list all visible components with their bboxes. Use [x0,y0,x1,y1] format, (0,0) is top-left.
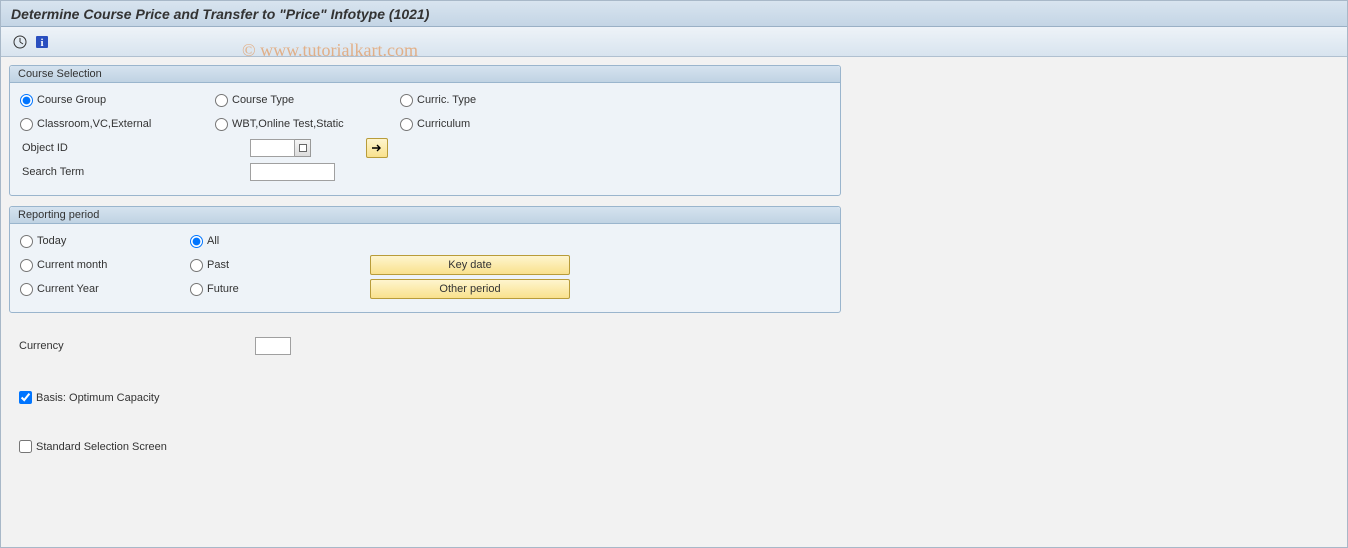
radio-today[interactable]: Today [20,235,190,248]
toolbar: i [1,27,1347,57]
radio-classroom[interactable]: Classroom,VC,External [20,118,215,131]
std-selection-checkbox[interactable] [19,440,32,453]
radio-future-label: Future [207,283,239,295]
currency-label: Currency [19,340,255,352]
search-term-label: Search Term [20,166,250,178]
search-term-input[interactable] [250,163,335,181]
radio-all-input[interactable] [190,235,203,248]
basis-label: Basis: Optimum Capacity [36,392,159,404]
radio-past-input[interactable] [190,259,203,272]
reporting-period-group: Reporting period Today All [9,206,841,313]
radio-wbt-label: WBT,Online Test,Static [232,118,344,130]
radio-current-year-label: Current Year [37,283,99,295]
radio-curriculum[interactable]: Curriculum [400,118,580,131]
radio-classroom-input[interactable] [20,118,33,131]
radio-all-label: All [207,235,219,247]
radio-course-type-input[interactable] [215,94,228,107]
radio-wbt[interactable]: WBT,Online Test,Static [215,118,400,131]
radio-current-month[interactable]: Current month [20,259,190,272]
radio-all[interactable]: All [190,235,370,248]
radio-curric-type-label: Curric. Type [417,94,476,106]
page-title: Determine Course Price and Transfer to "… [1,1,1347,27]
course-selection-header: Course Selection [10,66,840,83]
radio-curric-type[interactable]: Curric. Type [400,94,580,107]
info-icon[interactable]: i [33,33,51,51]
object-id-f4-button[interactable] [295,139,311,157]
radio-current-year-input[interactable] [20,283,33,296]
radio-curriculum-label: Curriculum [417,118,470,130]
f4-icon [299,144,307,152]
radio-course-group[interactable]: Course Group [20,94,215,107]
svg-text:i: i [40,37,43,49]
object-id-input[interactable] [250,139,295,157]
reporting-period-header: Reporting period [10,207,840,224]
radio-course-type[interactable]: Course Type [215,94,400,107]
radio-future[interactable]: Future [190,283,370,296]
radio-curriculum-input[interactable] [400,118,413,131]
radio-curric-type-input[interactable] [400,94,413,107]
object-id-label: Object ID [20,142,250,154]
radio-course-group-label: Course Group [37,94,106,106]
arrow-right-icon [371,143,383,153]
radio-today-label: Today [37,235,66,247]
radio-classroom-label: Classroom,VC,External [37,118,151,130]
key-date-button[interactable]: Key date [370,255,570,275]
radio-current-year[interactable]: Current Year [20,283,190,296]
std-selection-label: Standard Selection Screen [36,441,167,453]
radio-course-type-label: Course Type [232,94,294,106]
radio-current-month-label: Current month [37,259,107,271]
course-selection-group: Course Selection Course Group Course Typ… [9,65,841,196]
execute-icon[interactable] [11,33,29,51]
other-period-button[interactable]: Other period [370,279,570,299]
basis-checkbox[interactable] [19,391,32,404]
radio-course-group-input[interactable] [20,94,33,107]
multiple-selection-button[interactable] [366,138,388,158]
radio-wbt-input[interactable] [215,118,228,131]
radio-today-input[interactable] [20,235,33,248]
radio-past[interactable]: Past [190,259,370,272]
radio-past-label: Past [207,259,229,271]
currency-input[interactable] [255,337,291,355]
radio-current-month-input[interactable] [20,259,33,272]
radio-future-input[interactable] [190,283,203,296]
